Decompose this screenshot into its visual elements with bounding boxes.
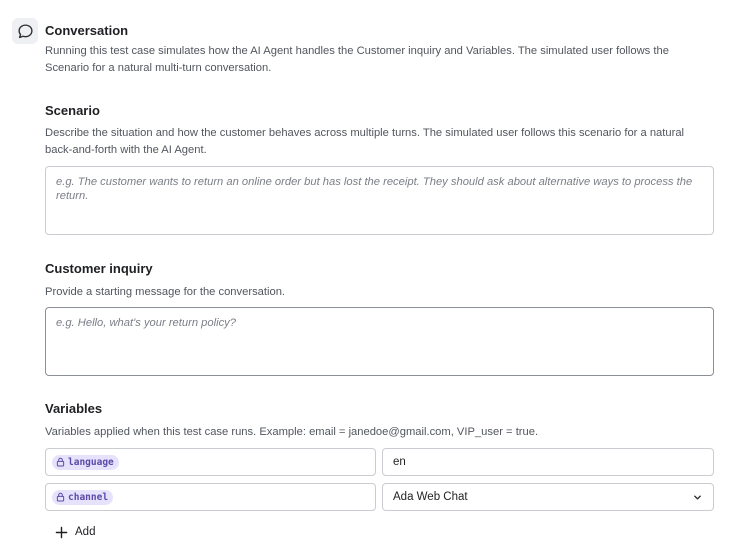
variable-pill-language: language <box>52 454 119 470</box>
lock-icon <box>56 492 65 502</box>
chevron-down-icon <box>694 494 701 500</box>
variable-value-select-channel[interactable]: Ada Web Chat <box>382 483 714 511</box>
variable-pill-channel: channel <box>52 489 114 505</box>
variable-value-field-language[interactable]: en <box>382 448 714 476</box>
customer-inquiry-description: Provide a starting message for the conve… <box>45 286 286 298</box>
variable-name-field-language[interactable]: language <box>45 448 376 476</box>
scenario-title: Scenario <box>45 103 100 118</box>
variable-name: language <box>68 456 114 468</box>
variables-description: Variables applied when this test case ru… <box>45 426 539 438</box>
variable-name-field-channel[interactable]: channel <box>45 483 376 511</box>
conversation-title: Conversation <box>45 23 129 38</box>
chat-bubble-icon <box>12 18 38 44</box>
customer-inquiry-input[interactable] <box>45 307 714 376</box>
lock-icon <box>56 457 65 467</box>
scenario-description: Describe the situation and how the custo… <box>45 127 685 156</box>
test-case-conversation-panel: Conversation Running this test case simu… <box>0 0 738 555</box>
scenario-input[interactable] <box>45 166 714 235</box>
variable-value: Ada Web Chat <box>393 491 468 503</box>
customer-inquiry-title: Customer inquiry <box>45 261 153 276</box>
variables-title: Variables <box>45 401 103 416</box>
variable-name: channel <box>68 491 109 503</box>
variable-value: en <box>393 456 406 468</box>
add-variable-button[interactable]: Add <box>55 523 95 541</box>
conversation-description: Running this test case simulates how the… <box>45 45 669 74</box>
plus-icon <box>55 526 68 538</box>
add-variable-label: Add <box>75 526 96 538</box>
